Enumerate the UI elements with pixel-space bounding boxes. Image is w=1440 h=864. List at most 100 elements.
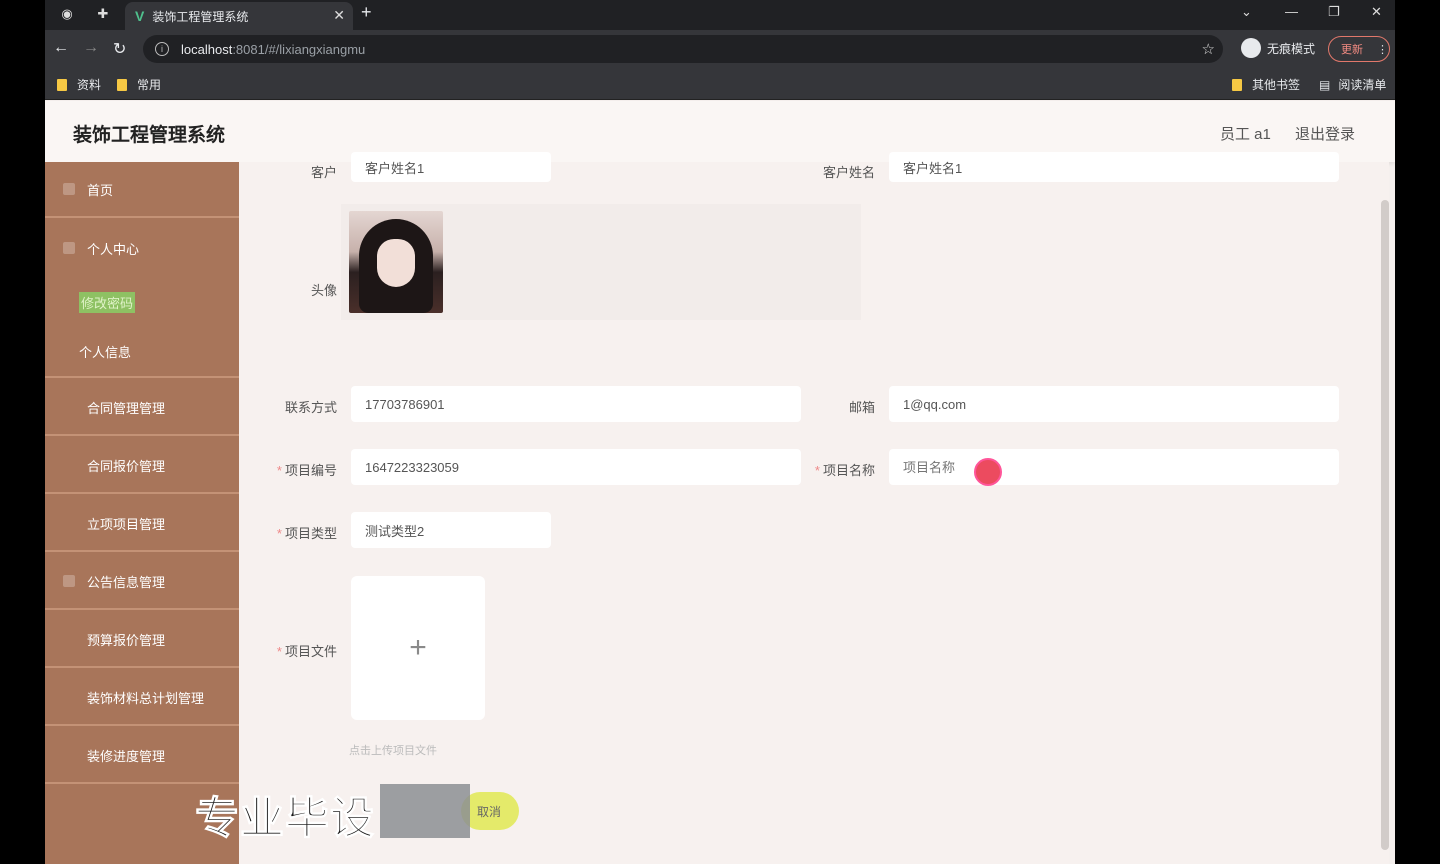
minimize-icon[interactable]: — [1285, 4, 1298, 19]
incognito-indicator[interactable]: 无痕模式 [1241, 38, 1315, 58]
mouse-cursor-indicator [974, 458, 1002, 486]
incognito-label: 无痕模式 [1267, 41, 1316, 56]
plus-icon: + [409, 631, 427, 664]
close-tab-icon[interactable]: ✕ [333, 7, 345, 24]
update-button[interactable]: 更新 ⋮ [1328, 36, 1390, 62]
sidebar-item-label: 个人中心 [87, 241, 140, 257]
project-type-select[interactable]: 测试类型2 [351, 512, 551, 548]
bookmark-label: 资料 [77, 78, 102, 92]
reload-icon[interactable]: ↻ [113, 39, 126, 59]
vue-icon: V [135, 8, 145, 24]
reading-list-icon: ▤ [1319, 77, 1331, 92]
new-tab-icon[interactable]: + [361, 2, 372, 23]
project-type-label: 项目类型 [247, 523, 337, 542]
sidebar-item-profile-center[interactable]: 个人中心 [45, 220, 239, 276]
project-no-field[interactable]: 1647223323059 [351, 449, 801, 485]
sidebar-item-contract-quote[interactable]: 合同报价管理 [45, 438, 239, 494]
menu-icon [63, 749, 75, 761]
menu-icon [63, 633, 75, 645]
upload-button[interactable]: + [351, 576, 485, 720]
restore-icon[interactable]: ❐ [1328, 4, 1340, 20]
bookmark-folder-ziliao[interactable]: 资料 [57, 76, 101, 93]
app-title: 装饰工程管理系统 [73, 125, 226, 146]
other-bookmarks-label: 其他书签 [1252, 78, 1301, 92]
back-icon[interactable]: ← [53, 39, 69, 57]
sidebar-item-renovation-progress[interactable]: 装修进度管理 [45, 728, 239, 784]
sidebar-item-material-plan[interactable]: 装饰材料总计划管理 [45, 670, 239, 726]
sidebar-item-change-password[interactable]: 修改密码 [45, 276, 239, 328]
sidebar-item-home[interactable]: 首页 [45, 162, 239, 218]
update-label: 更新 [1341, 44, 1363, 56]
project-name-label: 项目名称 [785, 460, 875, 479]
avatar-face [377, 239, 415, 287]
tab-title: 装饰工程管理系统 [152, 9, 249, 24]
screen-frame: ◉ ✚ V 装饰工程管理系统 ✕ + ⌄ — ❐ ✕ ← → ↻ i local… [45, 0, 1395, 864]
folder-icon [1232, 78, 1242, 91]
menu-icon [63, 691, 75, 703]
cancel-label: 取消 [477, 804, 502, 819]
logout-link[interactable]: 退出登录 [1295, 123, 1355, 144]
menu-icon [63, 459, 75, 471]
extension-icon[interactable]: ✚ [95, 6, 111, 22]
project-name-input[interactable] [889, 449, 1339, 485]
bookmark-star-icon[interactable]: ☆ [1202, 40, 1215, 58]
sidebar: 首页 个人中心 修改密码 个人信息 合同管理管理 合同报价管理 立项项目管理 公… [45, 162, 239, 864]
other-bookmarks[interactable]: 其他书签 [1232, 76, 1300, 93]
incognito-icon [1241, 38, 1261, 58]
form-content: 客户 客户姓名1 客户姓名 客户姓名1 头像 联系方式 17703786901 … [239, 152, 1389, 864]
contact-label: 联系方式 [284, 400, 337, 415]
customer-select[interactable]: 客户姓名1 [351, 152, 551, 182]
user-icon [63, 242, 75, 254]
close-window-icon[interactable]: ✕ [1371, 4, 1382, 20]
folder-icon [57, 78, 67, 91]
more-icon: ⋮ [1377, 43, 1388, 56]
forward-icon[interactable]: → [83, 39, 99, 57]
address-bar[interactable]: i localhost:8081/#/lixiangxiangmu ☆ [143, 35, 1223, 63]
sidebar-item-label: 修改密码 [79, 291, 136, 313]
site-info-icon[interactable]: i [155, 42, 169, 56]
sidebar-item-contract-management[interactable]: 合同管理管理 [45, 380, 239, 436]
sidebar-item-label: 合同管理管理 [87, 400, 166, 416]
sidebar-item-personal-info[interactable]: 个人信息 [45, 326, 239, 378]
menu-icon [63, 575, 75, 587]
customer-name-field[interactable]: 客户姓名1 [889, 152, 1339, 182]
sidebar-item-label: 立项项目管理 [87, 516, 166, 532]
url-host: localhost [181, 41, 233, 57]
sidebar-item-label: 公告信息管理 [87, 574, 166, 590]
tab-search-icon[interactable]: ⌄ [1241, 4, 1252, 20]
menu-icon [63, 517, 75, 529]
blurred-region [380, 784, 470, 838]
reading-list-label: 阅读清单 [1338, 78, 1387, 92]
reading-list[interactable]: ▤ 阅读清单 [1319, 76, 1386, 93]
browser-menu-icon[interactable]: ◉ [59, 6, 75, 22]
browser-tab[interactable]: V 装饰工程管理系统 ✕ [125, 2, 353, 30]
current-user: 员工 a1 [1220, 126, 1271, 143]
sidebar-item-label: 个人信息 [79, 344, 132, 360]
browser-toolbar: ← → ↻ i localhost:8081/#/lixiangxiangmu … [45, 30, 1395, 68]
avatar-image [349, 211, 443, 313]
watermark-text: 专业毕设 [195, 794, 375, 844]
browser-tabbar: ◉ ✚ V 装饰工程管理系统 ✕ + ⌄ — ❐ ✕ [45, 0, 1395, 30]
sidebar-item-label: 装饰材料总计划管理 [87, 690, 205, 706]
bookmark-folder-changyong[interactable]: 常用 [117, 76, 161, 93]
project-file-label: 项目文件 [247, 641, 337, 660]
sidebar-item-label: 预算报价管理 [87, 632, 166, 648]
sidebar-item-label: 装修进度管理 [87, 748, 166, 764]
sidebar-item-announcements[interactable]: 公告信息管理 [45, 554, 239, 610]
email-field[interactable]: 1@qq.com [889, 386, 1339, 422]
url-path: :8081/#/lixiangxiangmu [232, 41, 366, 57]
scrollbar[interactable] [1381, 200, 1389, 850]
project-no-label: 项目编号 [247, 460, 337, 479]
contact-field[interactable]: 17703786901 [351, 386, 801, 422]
bookmark-label: 常用 [137, 78, 162, 92]
home-icon [63, 183, 75, 195]
avatar-label: 头像 [310, 283, 337, 298]
menu-icon [63, 401, 75, 413]
bookmarks-bar: 资料 常用 其他书签 ▤ 阅读清单 [45, 68, 1395, 100]
sidebar-item-budget-quote[interactable]: 预算报价管理 [45, 612, 239, 668]
email-label: 邮箱 [848, 400, 875, 415]
sidebar-item-project-initiation[interactable]: 立项项目管理 [45, 496, 239, 552]
folder-icon [117, 78, 127, 91]
upload-hint: 点击上传项目文件 [349, 745, 437, 757]
customer-name-label: 客户姓名 [822, 165, 875, 180]
